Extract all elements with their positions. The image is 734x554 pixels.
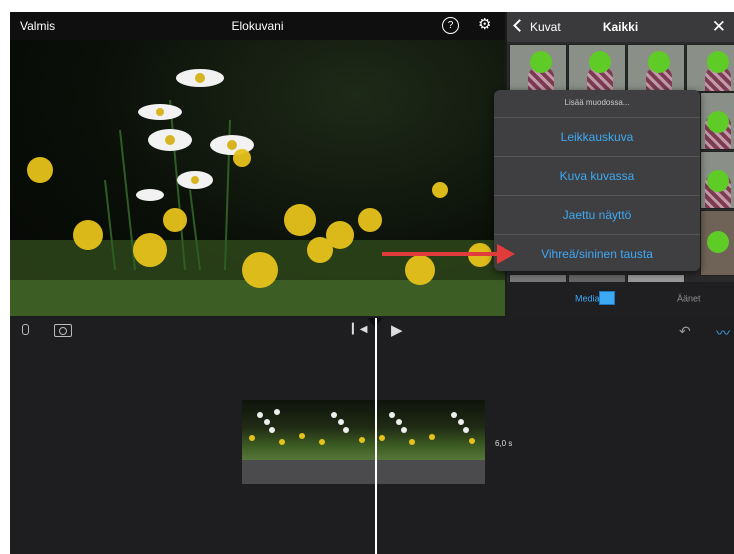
timeline[interactable]: ▎◀ ▶ ↶ 〰 6,0 s	[10, 318, 734, 554]
annotation-arrow-head	[497, 244, 515, 264]
audio-waveform-icon[interactable]: 〰	[716, 323, 730, 343]
media-thumbnail[interactable]	[700, 151, 734, 209]
timeline-clip[interactable]	[242, 400, 485, 484]
imovie-app: Valmis Elokuvani ? ⚙ Kuvat Kaikki ✕ Medi…	[10, 12, 734, 554]
media-thumbnail[interactable]	[568, 44, 626, 92]
top-bar: Valmis Elokuvani ? ⚙	[10, 12, 505, 40]
project-title: Elokuvani	[231, 19, 284, 33]
help-icon[interactable]: ?	[442, 17, 459, 34]
panel-title: Kaikki	[602, 20, 639, 34]
clip-thumbnail-strip	[249, 409, 475, 445]
undo-icon[interactable]: ↶	[679, 323, 691, 340]
clip-duration-label: 6,0 s	[495, 439, 513, 448]
menu-item-picture-in-picture[interactable]: Kuva kuvassa	[494, 156, 700, 195]
clip-frames	[242, 400, 485, 460]
panel-header: Kuvat Kaikki ✕	[507, 12, 734, 42]
video-preview[interactable]	[10, 40, 505, 316]
menu-title: Lisää muodossa...	[564, 98, 630, 107]
play-icon[interactable]: ▶	[391, 321, 403, 339]
media-thumbnail[interactable]	[700, 92, 734, 150]
skip-back-icon[interactable]: ▎◀	[352, 324, 367, 335]
media-thumbnail[interactable]	[700, 210, 734, 276]
menu-item-split-screen[interactable]: Jaettu näyttö	[494, 195, 700, 234]
menu-item-cutaway[interactable]: Leikkauskuva	[494, 117, 700, 156]
annotation-arrow-line	[382, 252, 500, 256]
add-as-menu: Lisää muodossa... Leikkauskuva Kuva kuva…	[494, 90, 700, 271]
preview-image	[10, 69, 505, 316]
gear-icon[interactable]: ⚙	[478, 16, 491, 34]
media-thumbnail[interactable]	[509, 44, 567, 92]
menu-item-green-blue-screen[interactable]: Vihreä/sininen tausta	[494, 234, 700, 273]
tab-media[interactable]: Media	[553, 291, 615, 306]
tab-media-label: Media	[575, 293, 600, 304]
camera-icon[interactable]	[54, 324, 72, 337]
media-thumbnail[interactable]	[627, 44, 685, 92]
film-icon	[599, 291, 615, 305]
playhead-line[interactable]	[375, 318, 377, 554]
media-tab-bar: Media Äänet	[507, 282, 734, 318]
tab-audio-label: Äänet	[677, 293, 701, 304]
microphone-icon[interactable]	[22, 324, 29, 335]
media-thumbnail[interactable]	[686, 44, 734, 92]
close-icon[interactable]: ✕	[712, 17, 726, 37]
tab-audio[interactable]: Äänet	[655, 292, 701, 306]
